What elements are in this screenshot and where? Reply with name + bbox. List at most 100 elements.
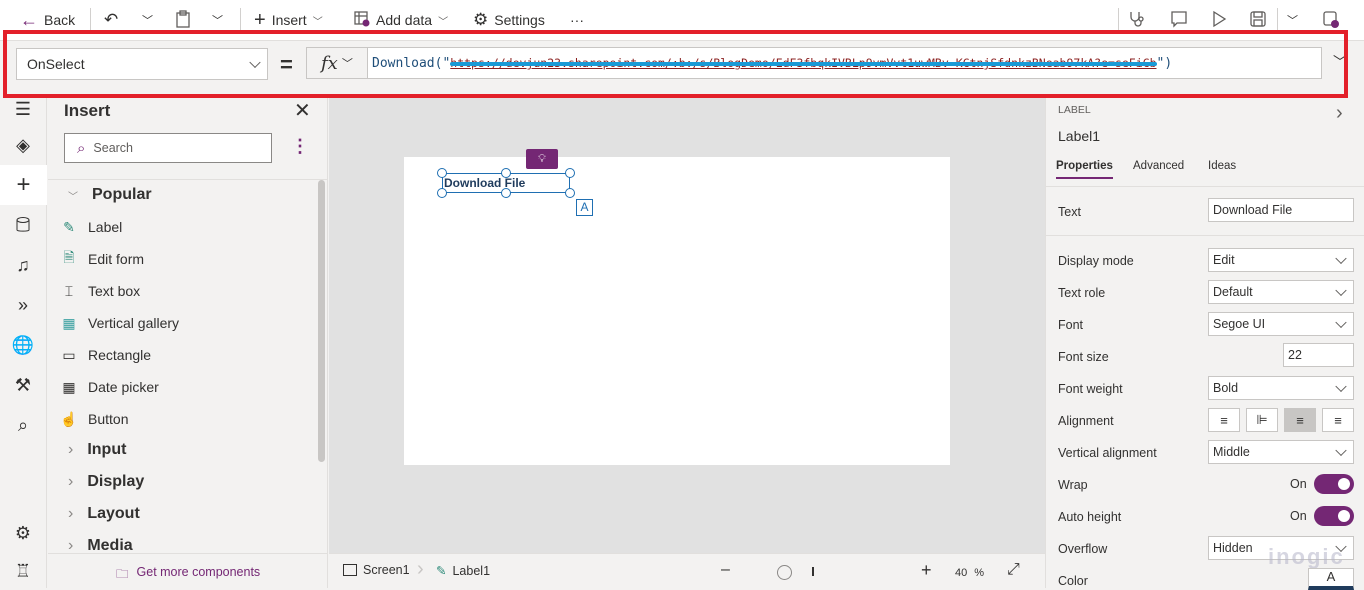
breadcrumb-label[interactable]: ✎ Label1 [436,563,490,579]
category-display[interactable]: › Display [68,473,144,491]
undo-dropdown[interactable]: ﹀ [142,9,153,31]
preview-button[interactable] [1211,9,1227,31]
text-label: Text [1058,205,1081,219]
category-popular[interactable]: ﹀ Popular [68,186,152,204]
formula-input[interactable]: Download(" https://devjun23.sharepoint.co… [367,47,1322,79]
property-dropdown[interactable]: OnSelect [16,48,268,80]
scrollbar[interactable] [318,180,325,462]
insert-item-edit-form[interactable]: 🗎 Edit form [60,247,144,271]
auto-height-toggle[interactable] [1314,506,1354,526]
text-role-dropdown[interactable]: Default [1208,280,1354,304]
copilot-icon[interactable]: ♖ [12,560,34,582]
media-icon[interactable]: ♫ [12,254,34,276]
expand-formula-button[interactable]: ﹀ [1333,52,1347,72]
align-justify-button[interactable]: ⊫ [1246,408,1278,432]
get-more-components-link[interactable]: 🗀 Get more components [116,565,260,586]
wrap-toggle[interactable] [1314,474,1354,494]
settings-button[interactable]: ⚙ Settings [473,9,545,31]
category-input[interactable]: › Input [68,441,126,459]
power-automate-icon[interactable]: » [12,294,34,316]
more-button[interactable]: ··· [570,9,584,31]
chevron-down-icon: ﹀ [312,16,323,28]
insert-item-vertical-gallery[interactable]: ▦ Vertical gallery [60,311,179,335]
resize-handle[interactable] [437,168,447,178]
tab-advanced[interactable]: Advanced [1133,160,1184,172]
insert-item-rectangle[interactable]: ▭ Rectangle [60,343,151,367]
paste-dropdown[interactable]: ﹀ [212,9,223,31]
save-dropdown[interactable]: ﹀ [1287,9,1298,31]
tree-view-icon[interactable]: ◈ [12,134,34,156]
chevron-down-icon: ﹀ [68,191,78,203]
more-options-icon[interactable]: ⋮ [291,136,309,157]
folder-search-icon: 🗀 [116,567,129,581]
insert-item-label[interactable]: ✎ Label [60,215,122,239]
insert-item-date-picker[interactable]: ▦ Date picker [60,375,158,399]
watermark-logo: inogic [1268,544,1345,569]
gallery-icon: ▦ [62,314,76,331]
app-checker-button[interactable] [1128,9,1146,31]
zoom-in-button[interactable]: + [921,560,932,581]
color-picker[interactable]: A [1308,568,1354,590]
zoom-out-button[interactable]: – [721,561,730,579]
insert-item-text-box[interactable]: ⌶ Text box [60,279,140,303]
text-role-label: Text role [1058,286,1106,300]
undo-button[interactable]: ↶ [104,9,118,31]
zoom-slider-thumb[interactable] [777,565,792,580]
resize-handle[interactable] [501,188,511,198]
insert-item-button[interactable]: ☝ Button [60,407,128,431]
web-page-icon[interactable]: 🌐 [12,334,34,356]
resize-handle[interactable] [565,188,575,198]
add-data-button[interactable]: Add data ﹀ [354,9,448,31]
undo-icon: ↶ [104,10,119,29]
back-button[interactable]: ← Back [20,9,75,31]
align-left-button[interactable]: ≡ [1284,408,1316,432]
calendar-icon: ▦ [62,378,76,395]
save-button[interactable] [1250,9,1266,31]
chevron-right-icon[interactable]: › [1336,102,1343,125]
control-type: LABEL [1058,104,1091,116]
font-size-input[interactable]: 22 [1283,343,1354,367]
search-input[interactable]: ⌕ Search [64,133,272,163]
breadcrumb-screen[interactable]: Screen1 [343,563,410,577]
category-layout[interactable]: › Layout [68,505,140,523]
tab-ideas[interactable]: Ideas [1208,160,1236,172]
align-right-button[interactable]: ≡ [1322,408,1354,432]
menu-icon[interactable]: ☰ [12,98,34,120]
insert-button[interactable]: + Insert ﹀ [254,9,323,31]
gear-icon: ⚙ [473,10,489,29]
font-weight-dropdown[interactable]: Bold [1208,376,1354,400]
insert-icon[interactable]: + [0,165,47,205]
search-icon[interactable]: ⌕ [12,414,34,436]
screen-icon [343,564,357,576]
chevron-down-icon: ﹀ [142,15,153,27]
publish-button[interactable] [1322,9,1340,31]
vertical-alignment-label: Vertical alignment [1058,446,1157,460]
resize-handle[interactable] [501,168,511,178]
ideas-lightbulb-button[interactable]: 💡︎ [526,149,558,169]
tools-icon[interactable]: ⚒ [12,374,34,396]
paste-button[interactable] [176,9,190,31]
overflow-label: Overflow [1058,542,1108,556]
font-size-label: Font size [1058,350,1109,364]
comments-button[interactable] [1170,9,1188,31]
vertical-alignment-dropdown[interactable]: Middle [1208,440,1354,464]
screen-artboard[interactable] [404,157,950,465]
resize-handle[interactable] [565,168,575,178]
data-icon[interactable] [12,214,34,236]
settings-icon[interactable]: ⚙ [12,522,34,544]
align-justify-icon: ⊫ [1256,412,1268,427]
font-dropdown[interactable]: Segoe UI [1208,312,1354,336]
tab-properties[interactable]: Properties [1056,160,1113,179]
label-icon: ✎ [63,218,75,235]
text-input[interactable]: Download File [1208,198,1354,222]
plus-icon: + [254,8,266,31]
fx-button[interactable]: fx ﹀ [306,47,368,79]
align-center-button[interactable]: ≡ [1208,408,1240,432]
resize-handle[interactable] [437,188,447,198]
close-icon[interactable]: ✕ [294,98,311,123]
fit-to-window-icon[interactable]: ⤢ [1007,561,1020,579]
display-mode-dropdown[interactable]: Edit [1208,248,1354,272]
command-bar: ← Back ↶ ﹀ ﹀ + Insert ﹀ Add data ﹀ ⚙ Settings… [0,0,1364,40]
redacted-url: https://devjun23.sharepoint.com/:b:/s/Bl… [450,56,1157,70]
chevron-right-icon: › [68,473,74,490]
